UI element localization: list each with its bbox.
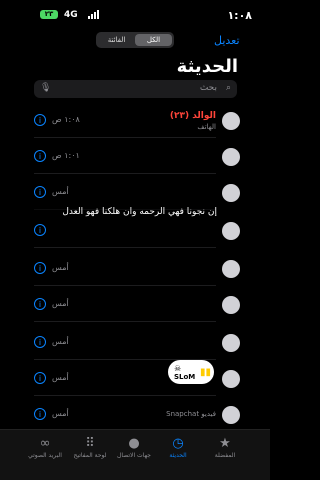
divider [34, 173, 216, 174]
star-icon: ★ [219, 436, 231, 451]
avatar [222, 296, 240, 314]
call-row[interactable]: Snapchat فيديو أمس i [0, 398, 270, 432]
avatar [222, 112, 240, 130]
info-icon[interactable]: i [34, 372, 46, 384]
edit-button[interactable]: تعديل [214, 34, 240, 47]
call-name: الوالد (٢٣) [169, 111, 216, 121]
avatar [222, 260, 240, 278]
battery-icon: ٢٣ [40, 10, 58, 19]
call-row[interactable]: ١:٠١ ص i [0, 140, 270, 174]
call-time: ١:٠١ ص [52, 151, 80, 160]
info-icon[interactable]: i [34, 224, 46, 236]
search-icon: ⌕ [225, 83, 231, 93]
creator-badge[interactable]: ☠ SLoM ▮▮ [168, 360, 214, 384]
info-icon[interactable]: i [34, 408, 46, 420]
call-row[interactable]: الوالد (٢٣) الهاتف ١:٠٨ ص i [0, 104, 270, 138]
page-title: الحديثة [176, 56, 238, 77]
avatar [222, 406, 240, 424]
search-input[interactable]: بحث [200, 83, 217, 93]
call-time: أمس [52, 299, 69, 308]
call-row[interactable]: أمس i [0, 252, 270, 286]
audio-wave-icon: ▮▮ [200, 367, 212, 378]
signal-icon [88, 10, 99, 19]
network-label: 4G [64, 10, 78, 20]
avatar [222, 334, 240, 352]
avatar [222, 222, 240, 240]
tab-favorites[interactable]: ★ المفضلة [198, 436, 252, 459]
voicemail-icon: ∞ [39, 436, 51, 451]
call-row[interactable]: i [0, 214, 270, 248]
avatar [222, 370, 240, 388]
call-time: ١:٠٨ ص [52, 115, 80, 124]
tab-label: البريد الصوتي [28, 452, 62, 459]
search-bar[interactable]: ⌕ بحث 🎙 [34, 80, 237, 98]
info-icon[interactable]: i [34, 336, 46, 348]
info-icon[interactable]: i [34, 262, 46, 274]
info-icon[interactable]: i [34, 114, 46, 126]
status-bar: ١:٠٨ ٢٣ 4G [0, 0, 270, 28]
call-row[interactable]: أمس i [0, 176, 270, 210]
divider [34, 321, 216, 322]
call-time: أمس [52, 409, 69, 418]
microphone-icon[interactable]: 🎙 [40, 83, 51, 93]
info-icon[interactable]: i [34, 186, 46, 198]
video-caption: إن نجونا فهي الرحمه وان هلكنا فهو العدل [34, 206, 220, 218]
tab-label: المفضلة [214, 452, 236, 459]
skull-icon: ☠ [174, 364, 182, 373]
call-time: أمس [52, 373, 69, 382]
call-row[interactable]: أمس i [0, 362, 270, 396]
avatar [222, 184, 240, 202]
call-time: أمس [52, 263, 69, 272]
divider [34, 137, 216, 138]
filter-segment: الكل الفائتة [96, 32, 174, 48]
info-icon[interactable]: i [34, 298, 46, 310]
divider [34, 395, 216, 396]
call-type: الهاتف [197, 123, 216, 131]
call-type: Snapchat فيديو [166, 410, 216, 418]
divider [34, 247, 216, 248]
divider [34, 285, 216, 286]
call-time: أمس [52, 187, 69, 196]
segment-missed[interactable]: الفائتة [98, 34, 135, 46]
tab-voicemail[interactable]: ∞ البريد الصوتي [18, 436, 72, 459]
call-time: أمس [52, 337, 69, 346]
info-icon[interactable]: i [34, 150, 46, 162]
clock: ١:٠٨ [227, 9, 252, 22]
call-row[interactable]: أمس i [0, 326, 270, 360]
tab-bar: ★ المفضلة ◷ الحديثة ● جهات الاتصال ⠿ لوح… [0, 429, 270, 480]
avatar [222, 148, 240, 166]
call-row[interactable]: أمس i [0, 288, 270, 322]
badge-label: SLoM [174, 373, 196, 381]
segment-all[interactable]: الكل [135, 34, 172, 46]
